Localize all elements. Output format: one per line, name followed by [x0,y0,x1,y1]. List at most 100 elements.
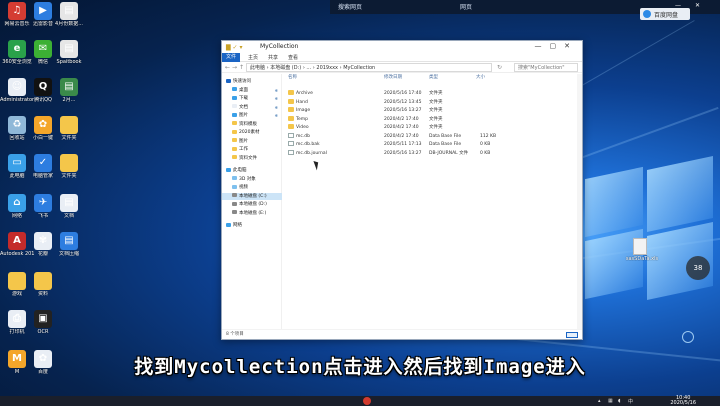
nav-item-label: 本地磁盘 (E:) [239,210,267,216]
tab-file[interactable]: 文件 [222,53,240,62]
app-icon: ♻ [8,116,26,134]
details-view-button[interactable] [566,332,578,338]
nav-item-icon [232,210,237,214]
file-row[interactable]: mc.db 2020/4/2 17:40 Data Base File 112 KB [284,132,504,141]
nav-item[interactable]: 工作 [222,146,282,153]
clock[interactable]: 10:40 2020/5/16 [670,396,696,406]
nav-item[interactable]: 图片 [222,138,282,145]
vertical-scrollbar[interactable] [577,74,582,329]
column-header-size[interactable]: 大小 [476,74,485,82]
nav-item[interactable]: 桌面 ✱ [222,87,282,94]
refresh-icon[interactable]: ↻ [497,64,502,71]
up-arrow-icon[interactable]: ↑ [239,64,244,71]
nav-item[interactable]: 图片 ✱ [222,112,282,119]
pin-icon[interactable]: ✱ [275,95,278,102]
pin-icon[interactable]: ✱ [275,104,278,111]
desktop-file-icon[interactable] [633,238,647,255]
file-name: Temp [288,115,308,124]
desktop-file-label: sasSDaTa.xls [625,256,659,262]
tab-share[interactable]: 共享 [268,54,278,61]
nav-item[interactable]: 此电脑 [222,167,282,174]
column-header-type[interactable]: 类型 [429,74,438,82]
desktop-icon[interactable]: ▤ 文档 [52,194,86,219]
pin-icon[interactable]: ✱ [275,87,278,94]
app-icon: ▭ [8,154,26,172]
forward-arrow-icon[interactable]: → [232,64,237,71]
desktop-icon[interactable]: 文件夹 [52,116,86,141]
network-icon[interactable]: ▦ [608,398,613,404]
cloud-widget[interactable]: 百度网盘 [640,8,690,20]
desktop-icon-label: Spaitbook [56,59,82,65]
desktop-icon[interactable]: ▤ 文档压缩 [52,232,86,257]
file-row[interactable]: Image 2020/5/16 13:27 文件夹 [284,107,504,115]
tab-view[interactable]: 查看 [288,54,298,61]
taskbar: ▴ ▦ ◖ 中 10:40 2020/5/16 [0,396,720,406]
volume-icon[interactable]: ◖ [618,398,621,404]
tray-icon[interactable]: ▴ [598,398,601,404]
nav-item[interactable]: 资料文件 [222,155,282,162]
nav-item[interactable]: 资料模板 [222,121,282,128]
desktop-icon[interactable]: 资料 [26,272,60,297]
window-controls[interactable]: —▢✕ [535,42,578,50]
back-arrow-icon[interactable]: ← [225,64,230,71]
nav-item-icon [232,176,237,180]
nav-item[interactable]: 下载 ✱ [222,95,282,102]
app-icon: ▤ [60,194,78,212]
nav-item-icon [232,138,237,142]
file-row[interactable]: mc.db.journal 2020/5/16 13:27 DB-JOURNAL 文… [284,149,504,158]
desktop-icon[interactable]: ▣ OCR [26,310,60,335]
nav-item-label: 视频 [239,185,248,190]
file-date: 2020/4/2 17:40 [384,116,419,122]
title-bar[interactable]: ▇ ✓ ▾ MyCollection —▢✕ [222,41,582,53]
nav-item[interactable]: 3D 对象 [222,176,282,183]
app-icon: A [8,232,26,250]
nav-item-icon [232,201,237,206]
file-row[interactable]: Temp 2020/4/2 17:40 文件夹 [284,115,504,124]
nav-item-label: 桌面 [239,87,248,93]
desktop-icon-label: 2月... [62,97,76,103]
close-button[interactable]: ✕ [695,2,700,9]
column-header-name[interactable]: 名称 [288,74,297,82]
nav-item[interactable]: 本地磁盘 (E:) [222,210,282,217]
breadcrumb-part[interactable]: ... [306,65,311,71]
nav-item-label: 本地磁盘 (D:) [239,202,267,207]
nav-item-label: 文档 [239,104,248,110]
breadcrumb-part[interactable]: 本地磁盘 (D:) [270,65,301,71]
nav-item[interactable]: 本地磁盘 (C:) [222,192,282,200]
file-row[interactable]: mc.db.bak 2020/5/11 17:13 Data Base File 0 … [284,141,504,149]
file-type: 文件夹 [429,108,443,113]
nav-item[interactable]: 文档 ✱ [222,104,282,111]
nav-item-icon [232,193,237,197]
file-row[interactable]: Archive 2020/5/16 17:40 文件夹 [284,90,504,98]
floating-badge[interactable]: 38 [686,256,710,280]
nav-item[interactable]: 视频 [222,184,282,191]
search-input[interactable]: 搜索"MyCollection" [514,63,578,72]
nav-item[interactable]: 本地磁盘 (D:) [222,201,282,208]
file-row[interactable]: Video 2020/4/2 17:40 文件夹 [284,124,504,132]
file-explorer-window[interactable]: ▇ ✓ ▾ MyCollection —▢✕ 文件 主页 共享 查看 ← → ↑… [221,40,583,340]
column-header-date[interactable]: 修改日期 [384,74,402,82]
nav-item[interactable]: 快速访问 [222,78,282,85]
app-icon: e [8,40,26,58]
nav-item[interactable]: 2020素材 [222,129,282,136]
tab-home[interactable]: 主页 [248,54,258,61]
file-icon [288,141,294,146]
nav-item-icon [232,104,237,108]
taskbar-app-icon[interactable] [363,397,371,405]
app-icon: ▤ [60,232,78,250]
desktop-icon[interactable]: ▤ 4月份数据... [52,2,86,27]
pin-icon[interactable]: ✱ [275,112,278,119]
strip-right-text: 网页 [460,4,473,11]
desktop-icon[interactable]: 文件夹 [52,154,86,179]
nav-item[interactable]: 网络 [222,222,282,229]
breadcrumb-part[interactable]: 2019xxx [316,65,338,71]
breadcrumb-part[interactable]: 此电脑 [250,65,265,71]
address-bar[interactable]: 此电脑 › 本地磁盘 (D:) › ... › 2019xxx › MyColl… [246,63,492,72]
nav-item-icon [232,112,237,117]
input-method-icon[interactable]: 中 [628,398,633,405]
desktop-icon[interactable]: ▤ Spaitbook [52,40,86,65]
file-row[interactable]: Hand 2020/5/12 13:45 文件夹 [284,98,504,107]
desktop-icon[interactable]: ▤ 2月... [52,78,86,103]
breadcrumb-part[interactable]: MyCollection [343,65,375,71]
file-type: 文件夹 [429,91,443,96]
